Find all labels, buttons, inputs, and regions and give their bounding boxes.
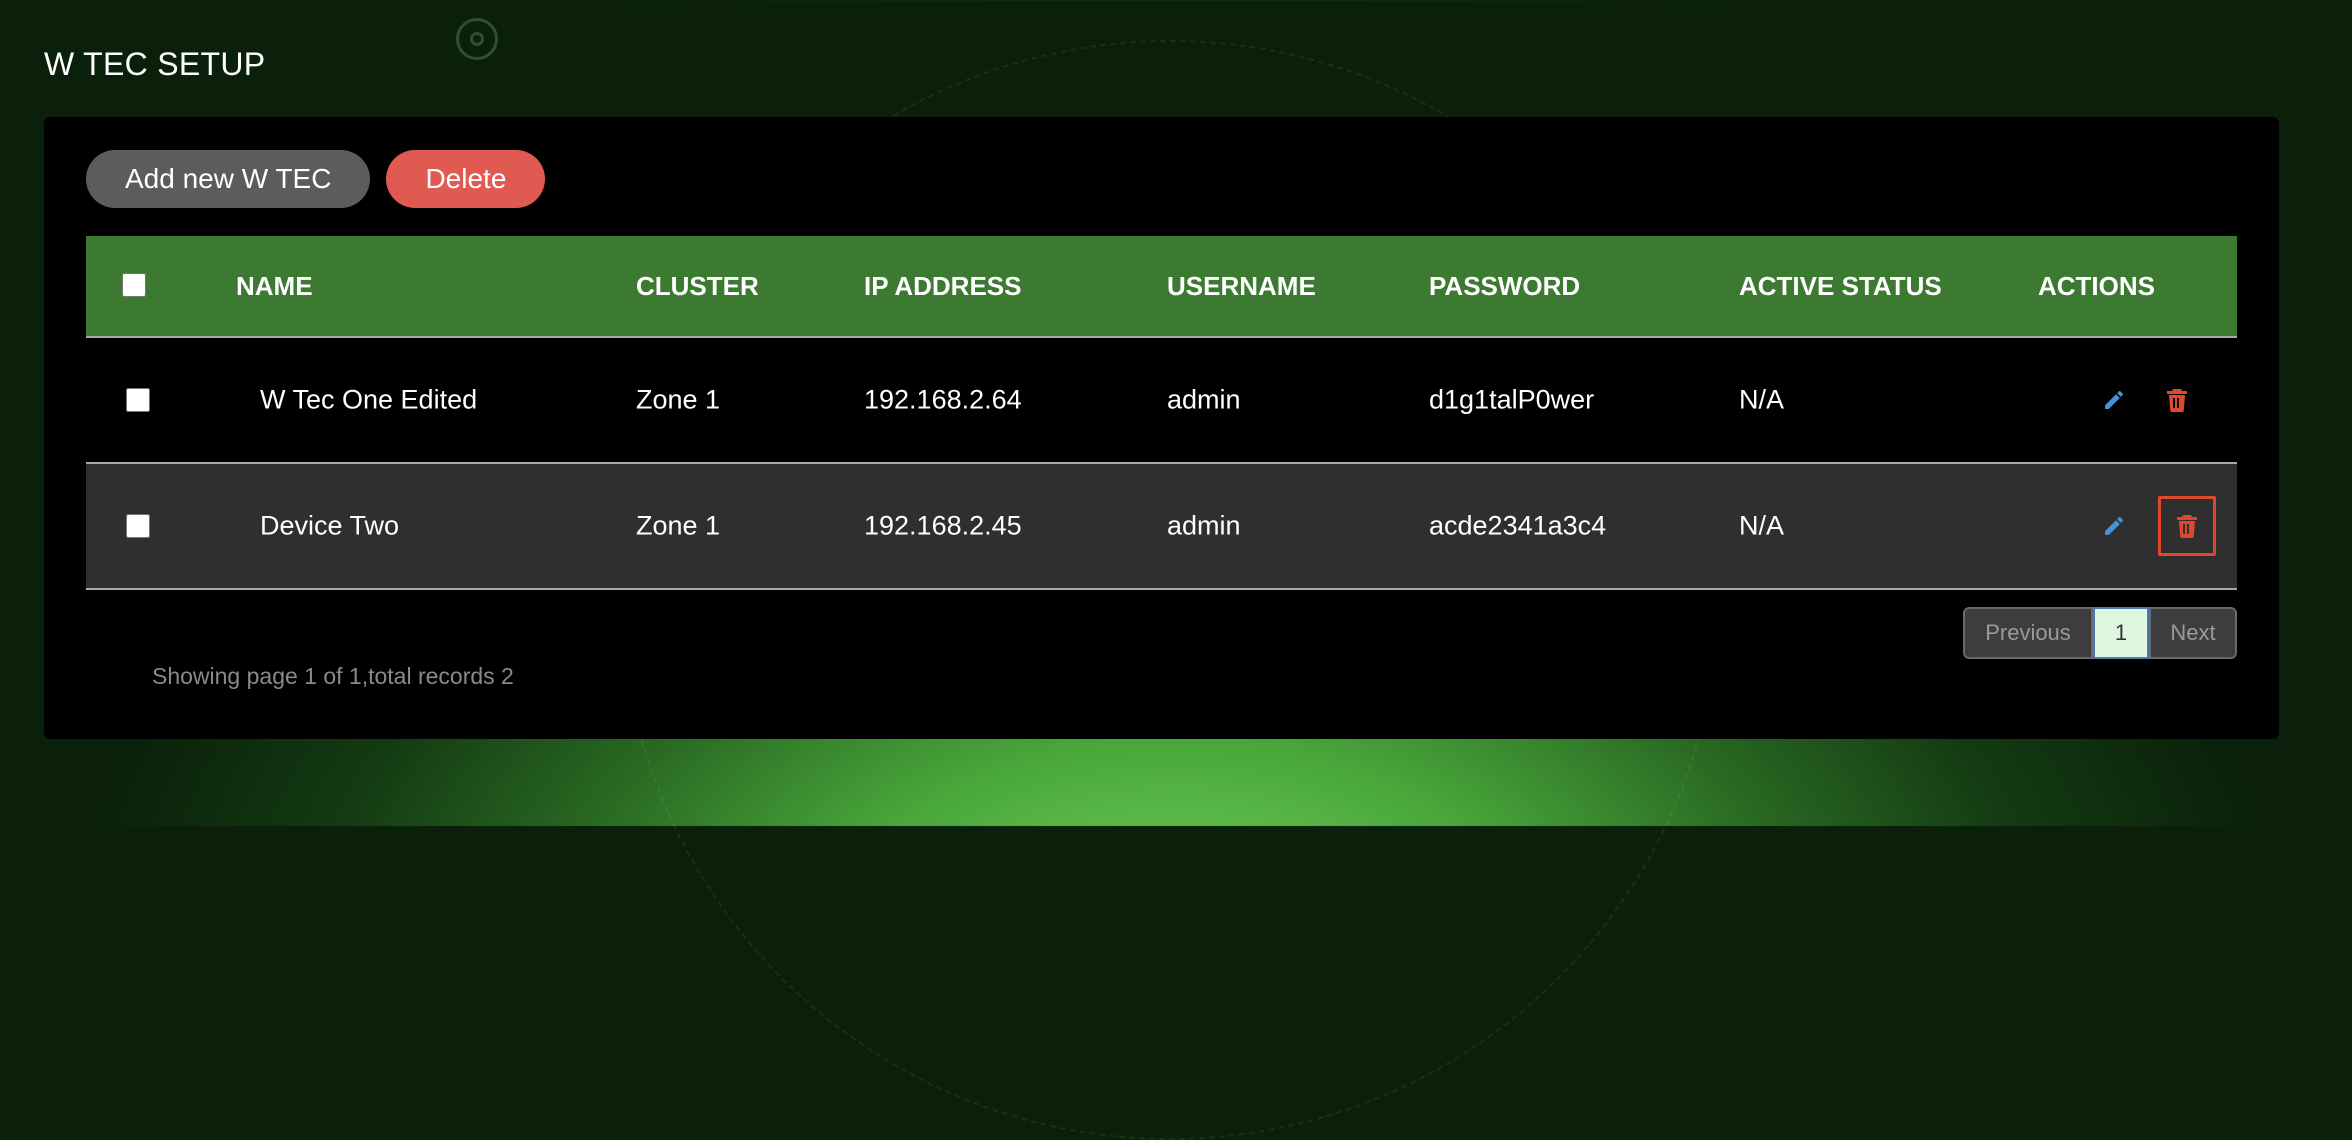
cell-name: Device Two [260,510,400,541]
cell-username: admin [1167,384,1241,415]
table-row: W Tec One Edited Zone 1 192.168.2.64 adm… [86,338,2237,464]
header-cluster: CLUSTER [636,270,759,301]
pencil-icon [2105,516,2123,535]
cell-cluster: Zone 1 [636,384,721,415]
page-title: W TEC SETUP [44,46,266,82]
cell-password: d1g1talP0wer [1429,384,1595,415]
select-all-checkbox[interactable] [122,273,146,297]
main-panel: Add new W TEC Delete NAME CLUSTER IP ADD… [44,117,2279,739]
trash-icon [2177,515,2197,538]
table-header: NAME CLUSTER IP ADDRESS USERNAME PASSWOR… [86,236,2237,338]
cell-ip-address: 192.168.2.64 [864,384,1022,415]
cell-name: W Tec One Edited [260,384,478,415]
page-number-button[interactable]: 1 [2093,607,2149,659]
header-username: USERNAME [1167,270,1316,301]
header-actions: ACTIONS [2038,270,2155,301]
add-new-button[interactable]: Add new W TEC [86,150,371,208]
previous-page-button[interactable]: Previous [1963,607,2093,659]
header-password: PASSWORD [1429,270,1581,301]
header-name: NAME [236,270,313,301]
cell-cluster: Zone 1 [636,510,721,541]
cell-active-status: N/A [1739,384,1785,415]
edit-button[interactable] [2094,380,2134,420]
background-ring-decoration [456,18,498,60]
cell-password: acde2341a3c4 [1429,510,1607,541]
pencil-icon [2105,390,2123,409]
row-checkbox[interactable] [126,514,150,538]
cell-ip-address: 192.168.2.45 [864,510,1022,541]
trash-icon [2167,389,2187,412]
row-checkbox[interactable] [126,388,150,412]
pagination: Previous 1 Next [1963,607,2237,659]
toolbar: Add new W TEC Delete [86,150,546,208]
records-info: Showing page 1 of 1,total records 2 [152,663,514,689]
table-row: Device Two Zone 1 192.168.2.45 admin acd… [86,464,2237,590]
cell-active-status: N/A [1739,510,1785,541]
header-ip-address: IP ADDRESS [864,270,1022,301]
next-page-button[interactable]: Next [2149,607,2237,659]
header-active-status: ACTIVE STATUS [1739,270,1942,301]
cell-username: admin [1167,510,1241,541]
row-delete-button[interactable] [2158,496,2216,556]
delete-button[interactable]: Delete [386,150,546,208]
devices-table: NAME CLUSTER IP ADDRESS USERNAME PASSWOR… [86,236,2237,590]
row-delete-button[interactable] [2157,380,2197,420]
edit-button[interactable] [2094,506,2134,546]
